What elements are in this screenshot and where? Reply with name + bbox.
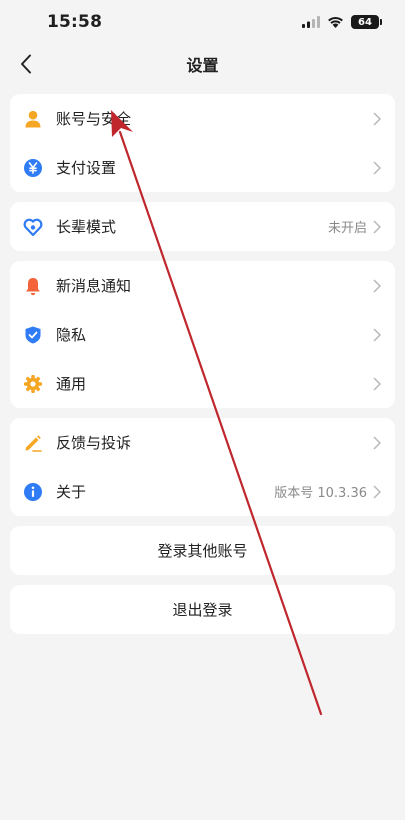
pen-icon	[23, 433, 43, 453]
status-time: 15:58	[47, 12, 103, 32]
chevron-right-icon	[373, 327, 381, 342]
person-icon	[23, 109, 43, 129]
version-text: 版本号 10.3.36	[274, 486, 367, 501]
payment-settings-item[interactable]: 支付设置	[10, 143, 395, 192]
info-icon	[23, 482, 43, 502]
elder-mode-status: 未开启	[327, 221, 367, 236]
shield-icon	[23, 325, 43, 345]
chevron-left-icon	[21, 54, 31, 74]
chevron-right-icon	[373, 435, 381, 450]
item-label: 账号与安全	[56, 110, 132, 128]
status-bar: 15:58 64	[0, 0, 405, 44]
settings-group-general: 新消息通知 隐私 通用	[10, 261, 395, 408]
chevron-right-icon	[373, 376, 381, 391]
about-item[interactable]: 关于 版本号 10.3.36	[10, 467, 395, 516]
back-button[interactable]	[12, 48, 40, 80]
battery-level: 64	[358, 16, 372, 28]
item-label: 长辈模式	[56, 218, 117, 236]
page-title: 设置	[186, 56, 219, 75]
battery-icon: 64	[351, 15, 382, 29]
item-label: 通用	[56, 375, 87, 393]
chevron-right-icon	[373, 278, 381, 293]
yen-icon	[23, 158, 43, 178]
settings-group-about: 反馈与投诉 关于 版本号 10.3.36	[10, 418, 395, 516]
general-item[interactable]: 通用	[10, 359, 395, 408]
item-label: 反馈与投诉	[56, 434, 132, 452]
item-label: 隐私	[56, 326, 87, 344]
notification-item[interactable]: 新消息通知	[10, 261, 395, 310]
heart-icon	[23, 217, 43, 237]
settings-group-account: 账号与安全 支付设置	[10, 94, 395, 192]
gear-icon	[23, 374, 43, 394]
item-label: 新消息通知	[56, 277, 132, 295]
bell-icon	[23, 276, 43, 296]
item-label: 支付设置	[56, 159, 117, 177]
elder-mode-item[interactable]: 长辈模式 未开启	[10, 202, 395, 251]
chevron-right-icon	[373, 160, 381, 175]
chevron-right-icon	[373, 219, 381, 234]
nav-bar: 设置	[0, 44, 405, 84]
settings-group-elder: 长辈模式 未开启	[10, 202, 395, 251]
account-security-item[interactable]: 账号与安全	[10, 94, 395, 143]
logout-button[interactable]: 退出登录	[10, 585, 395, 634]
signal-icon	[302, 16, 320, 28]
switch-account-button[interactable]: 登录其他账号	[10, 526, 395, 575]
feedback-item[interactable]: 反馈与投诉	[10, 418, 395, 467]
chevron-right-icon	[373, 484, 381, 499]
wifi-icon	[328, 16, 343, 28]
item-label: 关于	[56, 483, 87, 501]
chevron-right-icon	[373, 111, 381, 126]
privacy-item[interactable]: 隐私	[10, 310, 395, 359]
